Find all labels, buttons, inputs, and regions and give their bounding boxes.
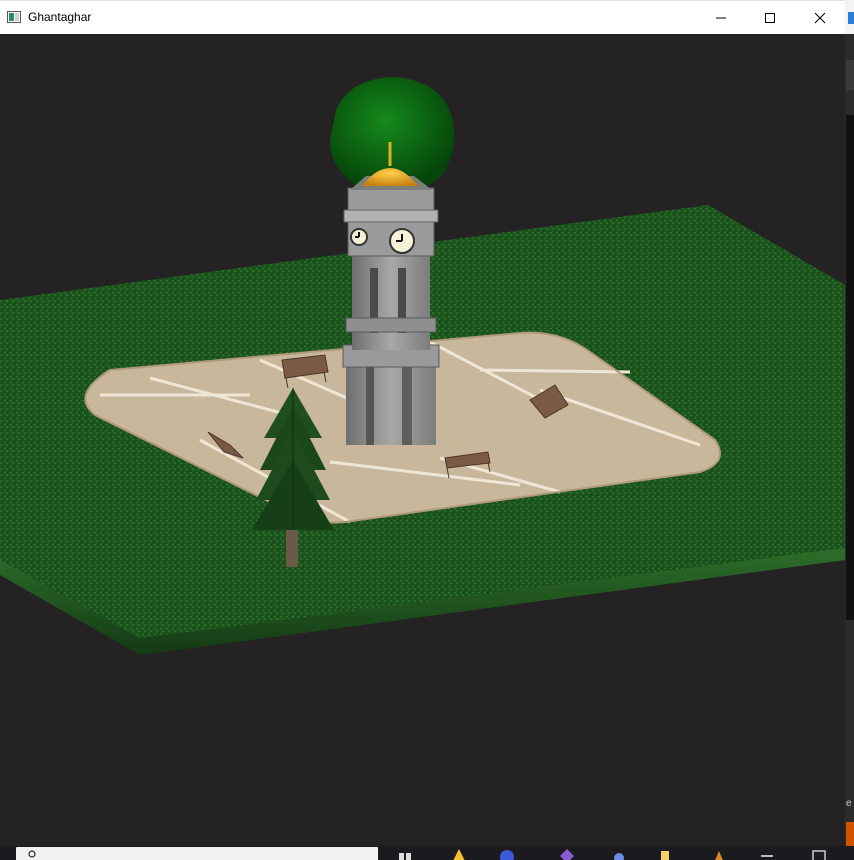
- taskbar-search-box[interactable]: [16, 847, 378, 860]
- folder-icon[interactable]: [452, 849, 466, 860]
- maximize-icon: [765, 12, 775, 23]
- notification-icon[interactable]: [812, 849, 826, 860]
- window-title: Ghantaghar: [28, 10, 92, 24]
- background-window-status: [846, 822, 854, 846]
- app-icon-purple[interactable]: [560, 849, 574, 860]
- app-icon-blue[interactable]: [612, 849, 626, 860]
- maximize-button[interactable]: [746, 1, 794, 34]
- render-viewport[interactable]: [0, 34, 845, 846]
- browser-icon[interactable]: [500, 849, 514, 860]
- window-titlebar[interactable]: Ghantaghar: [0, 0, 845, 34]
- task-view-icon[interactable]: [398, 849, 412, 860]
- close-icon: [814, 12, 826, 23]
- clock-tower-scene: [0, 77, 845, 655]
- background-window-panel: [846, 60, 854, 90]
- background-window-accent: [848, 12, 854, 24]
- background-window-editor: [846, 115, 854, 620]
- minimize-icon: [716, 17, 726, 18]
- search-icon: [28, 850, 36, 858]
- minimize-button[interactable]: [697, 1, 745, 34]
- app-icon-orange[interactable]: [712, 849, 726, 860]
- taskbar: [0, 846, 854, 860]
- app-window-icon: [7, 11, 21, 23]
- app-icon-gray[interactable]: [760, 849, 774, 860]
- clock-tower: [342, 142, 440, 445]
- file-icon[interactable]: [658, 849, 672, 860]
- close-button[interactable]: [796, 1, 844, 34]
- background-window-text: e: [846, 798, 852, 809]
